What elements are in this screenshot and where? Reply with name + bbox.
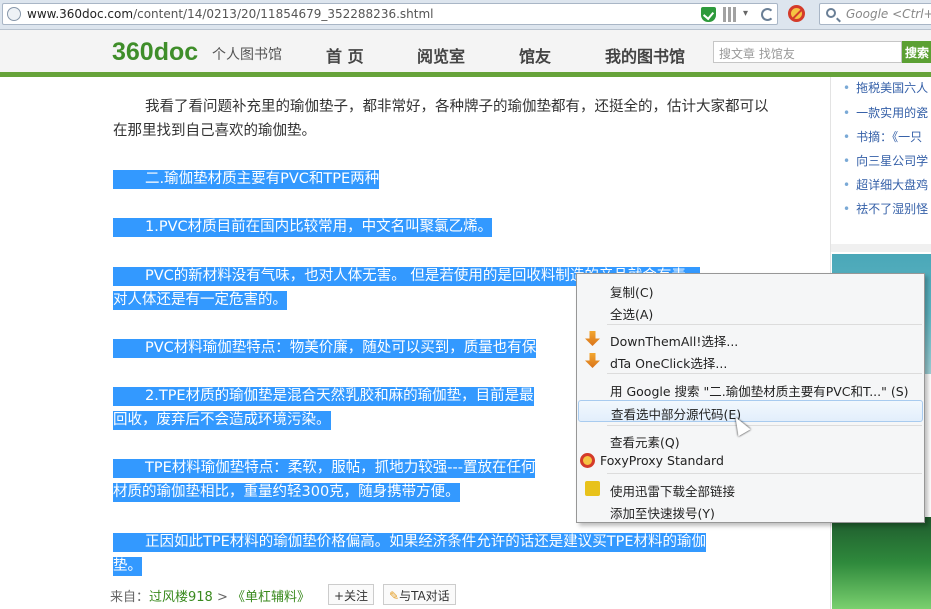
menu-separator bbox=[607, 425, 922, 426]
dropdown-arrow-icon[interactable]: ▾ bbox=[743, 8, 748, 19]
menu-item-foxyproxy[interactable]: FoxyProxy Standard bbox=[578, 450, 923, 472]
chat-button[interactable]: ✎与TA对话 bbox=[383, 584, 456, 605]
follow-button[interactable]: +关注 bbox=[328, 584, 375, 605]
source-separator: > bbox=[212, 590, 233, 605]
search-icon bbox=[826, 8, 836, 18]
reload-icon[interactable] bbox=[761, 8, 774, 21]
sidebar-link[interactable]: 书摘：《一只 bbox=[843, 128, 922, 145]
article-paragraph: 我看了看问题补充里的瑜伽垫子，都非常好，各种牌子的瑜伽垫都有，还挺全的，估计大家… bbox=[113, 99, 769, 139]
site-search-input[interactable]: 搜文章 找馆友 bbox=[713, 41, 902, 63]
nav-my-library[interactable]: 我的图书馆 bbox=[605, 43, 685, 67]
site-search-placeholder: 搜文章 找馆友 bbox=[719, 47, 795, 61]
site-search-button[interactable]: 搜索 bbox=[902, 41, 931, 63]
source-label: 来自： bbox=[110, 590, 150, 605]
menu-item-google-search[interactable]: 用 Google 搜索 "二.瑜伽垫材质主要有PVC和T..." (S) bbox=[578, 378, 923, 400]
article-source: 来自：过风楼918 > 《单杠辅料》 bbox=[110, 586, 310, 605]
menu-item-select-all[interactable]: 全选(A) bbox=[578, 301, 923, 323]
nav-friends[interactable]: 馆友 bbox=[519, 43, 551, 67]
sidebar-divider bbox=[831, 244, 931, 252]
xunlei-icon bbox=[585, 481, 600, 496]
sidebar-link[interactable]: 向三星公司学 bbox=[843, 152, 928, 169]
browser-toolbar: www.360doc.com/content/14/0213/20/118546… bbox=[0, 0, 931, 30]
menu-item-downthemall[interactable]: DownThemAll!选择... bbox=[578, 328, 923, 350]
sidebar-link[interactable]: 祛不了湿别怪 bbox=[843, 200, 928, 217]
menu-item-speed-dial[interactable]: 添加至快速拨号(Y) bbox=[578, 500, 923, 522]
menu-item-view-selection-source[interactable]: 查看选中部分源代码(E) bbox=[578, 400, 923, 422]
url-text: www.360doc.com/content/14/0213/20/118546… bbox=[27, 7, 434, 21]
qr-code-icon[interactable] bbox=[723, 7, 738, 22]
context-menu: 复制(C) 全选(A) DownThemAll!选择... dTa OneCli… bbox=[576, 273, 925, 523]
dta-oneclick-icon bbox=[585, 353, 600, 368]
browser-search-placeholder: Google <Ctrl+K> bbox=[846, 7, 931, 21]
source-user-link[interactable]: 过风楼918 bbox=[149, 590, 213, 605]
security-shield-icon[interactable] bbox=[701, 7, 716, 22]
site-logo[interactable]: 360doc bbox=[112, 38, 198, 67]
noscript-icon[interactable] bbox=[788, 5, 805, 22]
source-category-link[interactable]: 《单杠辅料》 bbox=[232, 590, 310, 605]
article-paragraph-selected: 正因如此TPE材料的瑜伽垫价格偏高。如果经济条件允许的话还是建议买TPE材料的瑜… bbox=[113, 530, 773, 554]
article-paragraph-selected: 1.PVC材质目前在国内比较常用，中文名叫聚氯乙烯。 bbox=[113, 215, 773, 239]
header-divider bbox=[0, 72, 931, 77]
chat-icon: ✎ bbox=[389, 589, 400, 603]
nav-reading-room[interactable]: 阅览室 bbox=[417, 43, 465, 67]
menu-separator bbox=[607, 373, 922, 374]
sidebar-ad-image[interactable] bbox=[832, 517, 931, 609]
foxyproxy-icon bbox=[580, 453, 595, 468]
sidebar-link[interactable]: 一款实用的瓷 bbox=[843, 104, 928, 121]
nav-home[interactable]: 首 页 bbox=[326, 43, 364, 67]
browser-search-box[interactable]: Google <Ctrl+K> bbox=[819, 3, 931, 25]
menu-item-dta-oneclick[interactable]: dTa OneClick选择... bbox=[578, 350, 923, 372]
menu-item-xunlei-download[interactable]: 使用迅雷下载全部链接 bbox=[578, 478, 923, 500]
site-identity-icon[interactable] bbox=[7, 7, 21, 21]
article-paragraph-selected: 垫。 bbox=[113, 557, 142, 576]
menu-separator bbox=[607, 324, 922, 325]
address-bar[interactable]: www.360doc.com/content/14/0213/20/118546… bbox=[2, 3, 778, 25]
menu-item-copy[interactable]: 复制(C) bbox=[578, 279, 923, 301]
article-heading-selected: 二.瑜伽垫材质主要有PVC和TPE两种 bbox=[113, 167, 773, 191]
menu-item-inspect-element[interactable]: 查看元素(Q) bbox=[578, 429, 923, 451]
sidebar-link[interactable]: 拖税美国六人 bbox=[843, 79, 928, 96]
downthemall-icon bbox=[585, 331, 600, 346]
site-logo-subtitle: 个人图书馆 bbox=[212, 47, 282, 63]
sidebar-link[interactable]: 超详细大盘鸡 bbox=[843, 176, 928, 193]
menu-separator bbox=[607, 473, 922, 474]
